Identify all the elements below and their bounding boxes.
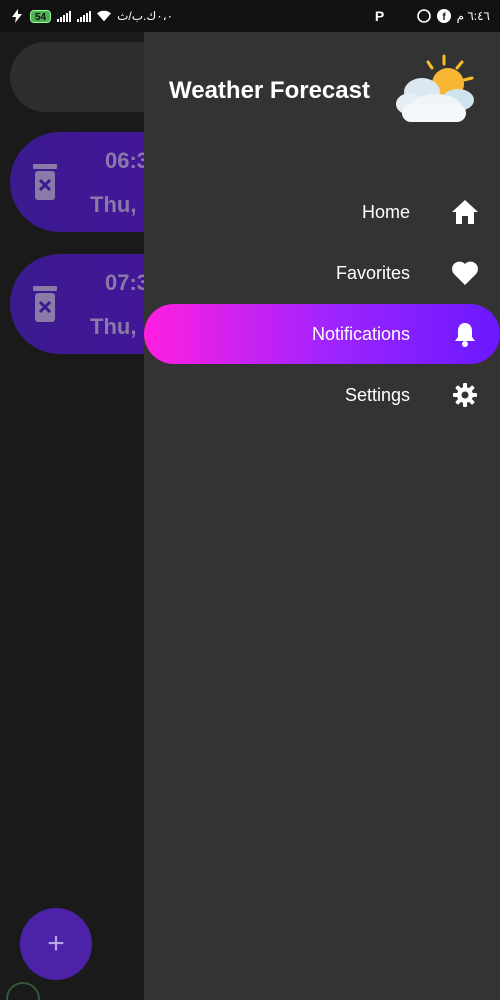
alert-date: Thu, (90, 192, 137, 217)
heart-icon (450, 258, 480, 288)
wifi-icon (97, 9, 112, 23)
alert-time: 07:3 (105, 270, 150, 295)
alert-time: 06:3 (105, 148, 150, 173)
menu-item-label: Notifications (311, 323, 410, 344)
delete-icon (33, 286, 57, 322)
menu-item-label: Home (361, 201, 410, 222)
network-speed: ٠،٠ك.ب/ث (117, 9, 174, 23)
menu-item-notifications[interactable]: Notifications (144, 304, 500, 364)
weather-partly-cloudy-icon (396, 54, 474, 122)
app-title: Weather Forecast (169, 77, 370, 104)
watermark-logo (6, 982, 40, 1000)
whatsapp-icon (416, 9, 431, 23)
facebook-icon: f (436, 9, 451, 23)
parking-app-icon: P (374, 8, 385, 24)
navigation-drawer: Weather Forecast Home Favorites Notifica… (144, 32, 500, 1000)
delete-icon (33, 164, 57, 200)
clock: ٦:٤٦ م (456, 9, 490, 23)
battery-indicator: 54 (30, 9, 52, 23)
menu-item-label: Favorites (335, 262, 410, 283)
charging-icon (10, 9, 24, 23)
menu-item-settings[interactable]: Settings (144, 365, 500, 425)
home-icon (450, 197, 480, 227)
status-bar: 54 ٠،٠ك.ب/ث P f ٦:٤٦ م (0, 0, 500, 32)
gear-icon (450, 380, 480, 410)
menu-item-home[interactable]: Home (144, 182, 500, 242)
add-alert-button: + (20, 908, 92, 980)
signal-icon (57, 10, 72, 22)
menu-item-favorites[interactable]: Favorites (144, 243, 500, 303)
signal-icon-2 (77, 10, 92, 22)
alert-date: Thu, (90, 314, 137, 339)
bell-icon (450, 319, 480, 349)
menu-item-label: Settings (344, 384, 410, 405)
